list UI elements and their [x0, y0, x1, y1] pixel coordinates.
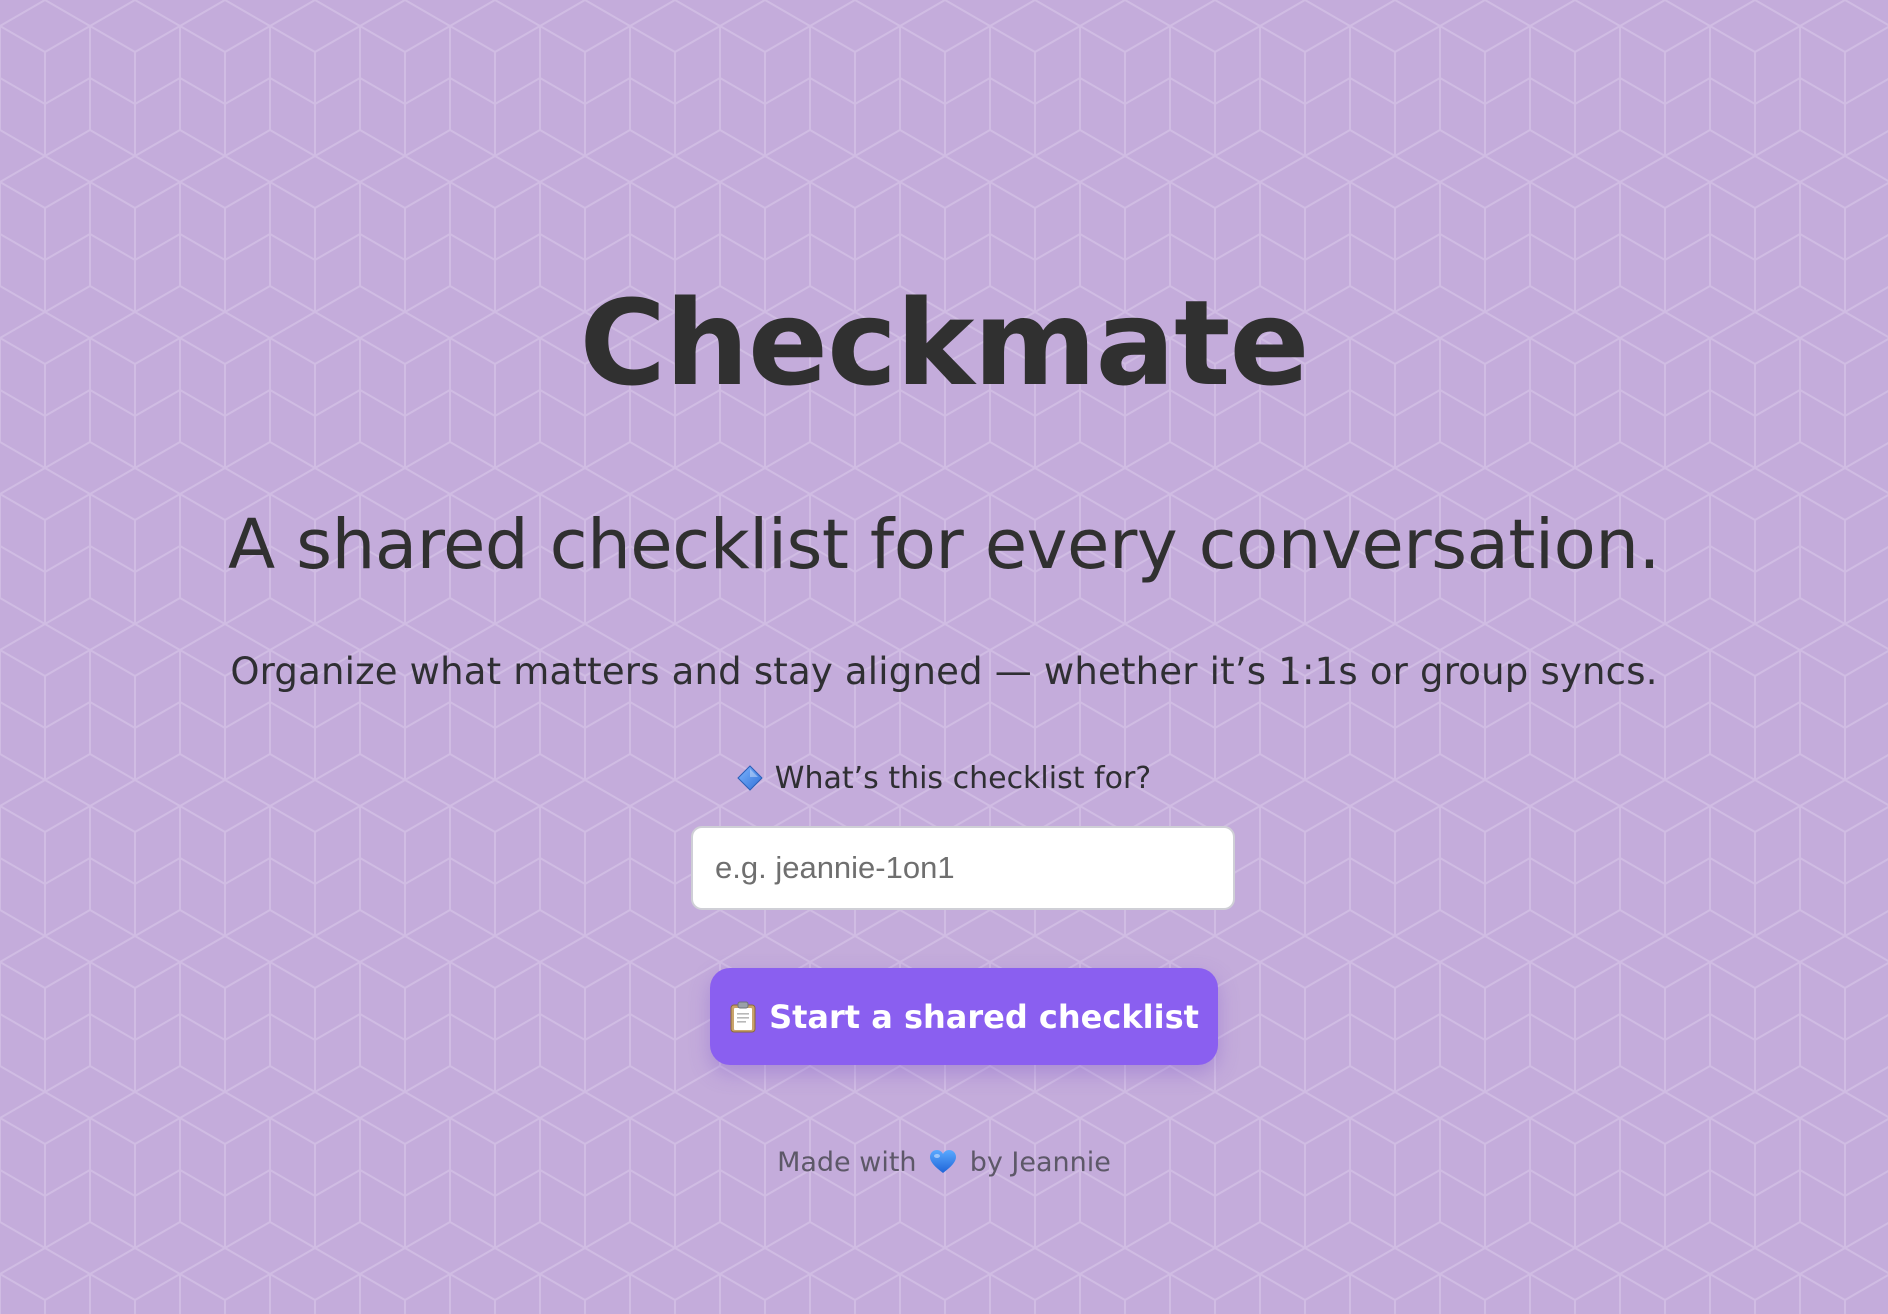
clipboard-icon — [730, 1001, 756, 1032]
landing-page: Checkmate A shared checklist for every c… — [0, 0, 1888, 1314]
checklist-name-field-wrapper — [691, 826, 1235, 910]
footer-made-with: Made with — [777, 1147, 917, 1178]
start-shared-checklist-button[interactable]: Start a shared checklist — [710, 968, 1218, 1065]
blue-diamond-icon — [737, 765, 763, 791]
footer-credit: Made with by Jeannie — [0, 1145, 1888, 1181]
checklist-name-input[interactable] — [691, 826, 1235, 910]
checklist-purpose-label: What’s this checklist for? — [0, 758, 1888, 800]
start-shared-checklist-label: Start a shared checklist — [769, 997, 1199, 1036]
app-title: Checkmate — [579, 274, 1309, 412]
footer-author: by Jeannie — [969, 1147, 1111, 1178]
blue-heart-icon — [930, 1150, 957, 1173]
checklist-purpose-label-text: What’s this checklist for? — [774, 761, 1152, 796]
hero-description: Organize what matters and stay aligned —… — [230, 650, 1658, 693]
hero-tagline: A shared checklist for every conversatio… — [228, 505, 1660, 585]
